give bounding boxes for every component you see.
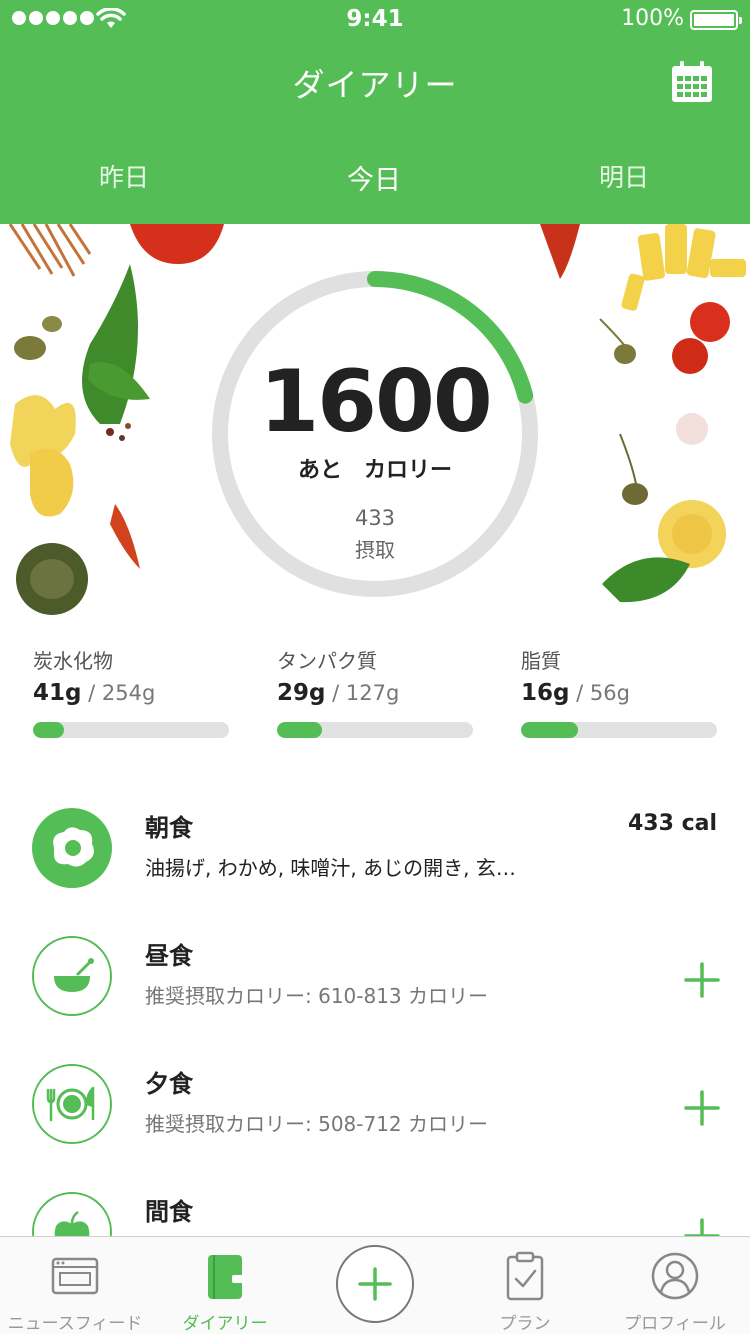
food-decoration-right: [540, 224, 746, 603]
tab-yesterday[interactable]: 昨日: [49, 158, 199, 194]
tab-newsfeed[interactable]: ニュースフィード: [0, 1237, 150, 1334]
meal-lunch[interactable]: 昼食 推奨摂取カロリー: 610-813 カロリー: [0, 936, 750, 1036]
macro-value: 29g: [277, 680, 326, 706]
meal-breakfast[interactable]: 朝食 油揚げ, わかめ, 味噌汁, あじの開き, 玄… 433 cal: [0, 808, 750, 908]
tab-diary[interactable]: ダイアリー: [150, 1237, 300, 1334]
page-title: ダイアリー: [292, 66, 458, 104]
food-decoration-left: [8, 224, 150, 615]
consumed-calories: 433: [354, 506, 396, 530]
tab-tomorrow[interactable]: 明日: [549, 158, 699, 194]
battery-percent: 100%: [621, 6, 684, 31]
macro-goal: / 127g: [332, 681, 400, 705]
tab-plan[interactable]: プラン: [450, 1237, 600, 1334]
macro-goal: / 56g: [576, 681, 630, 705]
macro-goal: / 254g: [88, 681, 156, 705]
macro-value: 16g: [521, 680, 570, 706]
diary-icon: [208, 1255, 244, 1299]
macro-name: 脂質: [521, 649, 561, 673]
newsfeed-icon: [51, 1257, 99, 1295]
add-icon: [358, 1267, 392, 1301]
macro-value: 41g: [33, 680, 82, 706]
meal-items: 油揚げ, わかめ, 味噌汁, あじの開き, 玄…: [145, 856, 516, 880]
macro-carbs: 炭水化物 41g / 254g: [33, 645, 233, 738]
calorie-summary: 1600 あと カロリー 433 摂取: [0, 224, 750, 624]
tab-profile[interactable]: プロフィール: [600, 1237, 750, 1334]
macro-bar-fill: [277, 722, 323, 738]
macro-bar: [277, 722, 473, 738]
header: 9:41 100% ダイアリー 昨日 今日 明日: [0, 0, 750, 224]
meal-calories: 433 cal: [627, 811, 717, 836]
meal-name: 夕食: [145, 1070, 193, 1098]
macro-fat: 脂質 16g / 56g: [521, 645, 721, 738]
meal-name: 朝食: [145, 814, 193, 842]
meal-name: 昼食: [145, 942, 193, 970]
macro-name: タンパク質: [277, 649, 377, 673]
battery-icon: [690, 10, 742, 30]
meal-recommendation: 推奨摂取カロリー: 508-712 カロリー: [145, 1112, 489, 1136]
add-icon[interactable]: [684, 962, 720, 998]
remaining-label: あと カロリー: [297, 458, 452, 483]
meal-dinner[interactable]: 夕食 推奨摂取カロリー: 508-712 カロリー: [0, 1064, 750, 1164]
consumed-label: 摂取: [355, 538, 395, 562]
status-bar: 9:41 100%: [0, 0, 750, 40]
remaining-calories: 1600: [259, 352, 492, 452]
profile-icon: [651, 1252, 699, 1300]
macro-name: 炭水化物: [33, 649, 113, 673]
macro-bar: [33, 722, 229, 738]
tomato-decoration: [130, 224, 224, 264]
calendar-icon[interactable]: [670, 60, 714, 104]
fried-egg-icon: [32, 808, 112, 888]
tab-today[interactable]: 今日: [299, 158, 449, 197]
bowl-icon: [32, 936, 112, 1016]
tab-label: ダイアリー: [182, 1314, 268, 1334]
macro-bar-fill: [33, 722, 65, 738]
tab-bar: ニュースフィード ダイアリー プラン プロフィール: [0, 1236, 750, 1334]
add-entry-button[interactable]: [336, 1245, 414, 1323]
macro-bar: [521, 722, 717, 738]
tab-label: ニュースフィード: [7, 1314, 143, 1334]
plate-cutlery-icon: [32, 1064, 112, 1144]
macro-bar-fill: [521, 722, 578, 738]
tab-label: プラン: [499, 1314, 551, 1334]
macro-protein: タンパク質 29g / 127g: [277, 645, 477, 738]
meal-recommendation: 推奨摂取カロリー: 610-813 カロリー: [145, 984, 489, 1008]
meal-name: 間食: [145, 1198, 193, 1226]
add-icon[interactable]: [684, 1090, 720, 1126]
tab-label: プロフィール: [624, 1314, 726, 1334]
day-tabs: 昨日 今日 明日: [0, 158, 750, 198]
clipboard-icon: [506, 1251, 544, 1301]
